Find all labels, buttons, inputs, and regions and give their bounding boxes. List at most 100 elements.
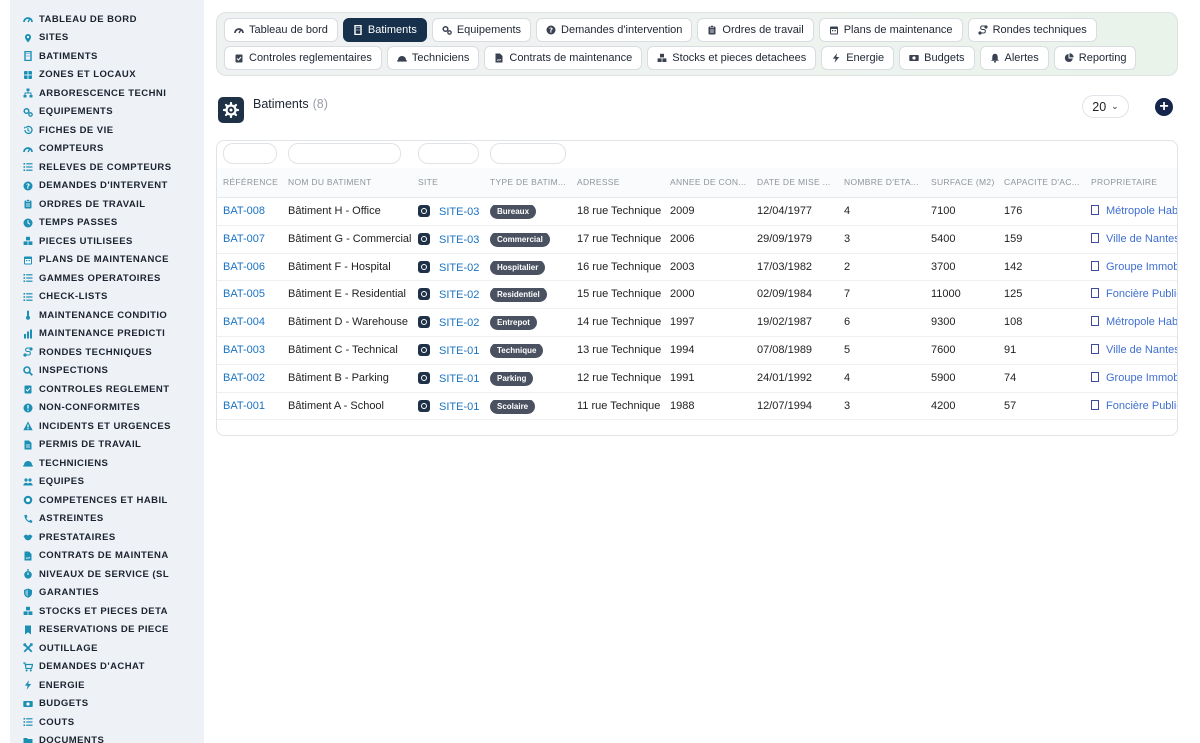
tab-tableau-de-bord[interactable]: Tableau de bord [224, 18, 338, 42]
table-row[interactable]: BAT-005 Bâtiment E - Residential SITE-02 Re… [217, 281, 1177, 310]
sidebar-item-gammes-operatoires[interactable]: GAMMES OPERATOIRES [10, 269, 204, 288]
tab-budgets[interactable]: Budgets [899, 46, 975, 70]
column-header-reference[interactable]: RÉFÉRENCE [223, 177, 278, 187]
owner-link[interactable]: Métropole Habi [1106, 316, 1177, 328]
sidebar-item-controles-reglement[interactable]: CONTROLES REGLEMENT [10, 380, 204, 399]
sidebar-item-ordres-de-travail[interactable]: ORDRES DE TRAVAIL [10, 195, 204, 214]
tab-reporting[interactable]: Reporting [1053, 46, 1137, 70]
sidebar-item-equipements[interactable]: EQUIPEMENTS [10, 103, 204, 122]
reference-link[interactable]: BAT-003 [223, 344, 265, 356]
table-row[interactable]: BAT-001 Bâtiment A - School SITE-01 Scolair… [217, 393, 1177, 421]
tab-alertes[interactable]: Alertes [979, 46, 1049, 70]
site-link[interactable]: SITE-02 [439, 289, 479, 301]
site-link[interactable]: SITE-02 [439, 262, 479, 274]
sidebar-item-compteurs[interactable]: COMPTEURS [10, 140, 204, 159]
sidebar-item-arborescence-techni[interactable]: ARBORESCENCE TECHNI [10, 84, 204, 103]
reference-link[interactable]: BAT-005 [223, 288, 265, 300]
sidebar-item-temps-passes[interactable]: TEMPS PASSES [10, 214, 204, 233]
tab-plans-de-maintenance[interactable]: Plans de maintenance [818, 18, 963, 42]
tab-ordres-de-travail[interactable]: Ordres de travail [697, 18, 814, 42]
sidebar-item-documents[interactable]: DOCUMENTS [10, 732, 204, 743]
sidebar-item-maintenance-predicti[interactable]: MAINTENANCE PREDICTI [10, 325, 204, 344]
sidebar-item-demandes-d-achat[interactable]: DEMANDES D'ACHAT [10, 658, 204, 677]
column-header-annee-de-con[interactable]: ANNEE DE CON... [670, 177, 746, 187]
sidebar-item-rondes-techniques[interactable]: RONDES TECHNIQUES [10, 343, 204, 362]
tab-controles-reglementaires[interactable]: Controles reglementaires [224, 46, 382, 70]
site-link[interactable]: SITE-03 [439, 234, 479, 246]
table-row[interactable]: BAT-006 Bâtiment F - Hospital SITE-02 Hospi… [217, 254, 1177, 282]
reference-link[interactable]: BAT-004 [223, 316, 265, 328]
column-header-nombre-d-eta[interactable]: NOMBRE D'ETA... [844, 177, 919, 187]
site-link[interactable]: SITE-01 [439, 373, 479, 385]
filter-reference-input[interactable] [223, 143, 277, 164]
sidebar-item-maintenance-conditio[interactable]: MAINTENANCE CONDITIO [10, 306, 204, 325]
tab-equipements[interactable]: Equipements [431, 18, 532, 42]
reference-link[interactable]: BAT-001 [223, 400, 265, 412]
tab-demandes-d-intervention[interactable]: ? Demandes d'intervention [536, 18, 693, 42]
site-link[interactable]: SITE-03 [439, 206, 479, 218]
sidebar-item-check-lists[interactable]: CHECK-LISTS [10, 288, 204, 307]
sidebar-item-reservations-de-piece[interactable]: RESERVATIONS DE PIECE [10, 621, 204, 640]
sidebar-item-plans-de-maintenance[interactable]: PLANS DE MAINTENANCE [10, 251, 204, 270]
column-header-type-de-batim[interactable]: TYPE DE BATIM... [490, 177, 566, 187]
tab-energie[interactable]: Energie [821, 46, 895, 70]
tab-stocks-et-pieces-detachees[interactable]: Stocks et pieces detachees [647, 46, 817, 70]
sidebar-item-prestataires[interactable]: PRESTATAIRES [10, 528, 204, 547]
owner-link[interactable]: Ville de Nantes [1106, 233, 1177, 245]
sidebar-item-demandes-d-intervent[interactable]: ? DEMANDES D'INTERVENT [10, 177, 204, 196]
tab-rondes-techniques[interactable]: Rondes techniques [967, 18, 1097, 42]
tab-batiments[interactable]: Batiments [342, 18, 427, 42]
per-page-select[interactable]: 20 ⌄ [1082, 95, 1129, 118]
sidebar-item-budgets[interactable]: BUDGETS [10, 695, 204, 714]
table-row[interactable]: BAT-008 Bâtiment H - Office SITE-03 Bureaux… [217, 198, 1177, 226]
column-header-proprietaire[interactable]: PROPRIETAIRE [1091, 177, 1157, 187]
reference-link[interactable]: BAT-002 [223, 372, 265, 384]
add-building-button[interactable]: + [1155, 98, 1173, 116]
table-row[interactable]: BAT-007 Bâtiment G - Commercial SITE-03 Com… [217, 226, 1177, 254]
owner-link[interactable]: Foncière Public [1106, 288, 1177, 300]
filter-name-input[interactable] [288, 143, 401, 164]
owner-link[interactable]: Groupe Immob [1106, 261, 1177, 273]
sidebar-item-fiches-de-vie[interactable]: FICHES DE VIE [10, 121, 204, 140]
owner-link[interactable]: Groupe Immob [1106, 372, 1177, 384]
sidebar-item-competences-et-habil[interactable]: COMPETENCES ET HABIL [10, 491, 204, 510]
sidebar-item-zones-et-locaux[interactable]: ZONES ET LOCAUX [10, 66, 204, 85]
column-header-site[interactable]: SITE [418, 177, 438, 187]
sidebar-item-outillage[interactable]: OUTILLAGE [10, 639, 204, 658]
sidebar-item-pieces-utilisees[interactable]: PIECES UTILISEES [10, 232, 204, 251]
sidebar-item-batiments[interactable]: BATIMENTS [10, 47, 204, 66]
table-row[interactable]: BAT-003 Bâtiment C - Technical SITE-01 Tech… [217, 337, 1177, 365]
column-header-nom-du-batiment[interactable]: NOM DU BATIMENT [288, 177, 372, 187]
sidebar-item-inspections[interactable]: INSPECTIONS [10, 362, 204, 381]
sidebar-item-tableau-de-bord[interactable]: TABLEAU DE BORD [10, 10, 204, 29]
column-header-capacite-d-ac[interactable]: CAPACITE D'AC... [1004, 177, 1080, 187]
reference-link[interactable]: BAT-007 [223, 233, 265, 245]
sidebar-item-permis-de-travail[interactable]: PERMIS DE TRAVAIL [10, 436, 204, 455]
tab-contrats-de-maintenance[interactable]: Contrats de maintenance [484, 46, 643, 70]
site-link[interactable]: SITE-02 [439, 317, 479, 329]
reference-link[interactable]: BAT-008 [223, 205, 265, 217]
sidebar-item-sites[interactable]: SITES [10, 29, 204, 48]
sidebar-item-releves-de-compteurs[interactable]: RELEVES DE COMPTEURS [10, 158, 204, 177]
column-header-adresse[interactable]: ADRESSE [577, 177, 620, 187]
sidebar-item-astreintes[interactable]: ASTREINTES [10, 510, 204, 529]
reference-link[interactable]: BAT-006 [223, 261, 265, 273]
owner-link[interactable]: Foncière Public [1106, 400, 1177, 412]
filter-site-input[interactable] [418, 143, 479, 164]
sidebar-item-incidents-et-urgences[interactable]: INCIDENTS ET URGENCES [10, 417, 204, 436]
sidebar-item-garanties[interactable]: GARANTIES [10, 584, 204, 603]
sidebar-item-techniciens[interactable]: TECHNICIENS [10, 454, 204, 473]
column-header-date-de-mise[interactable]: DATE DE MISE ... [757, 177, 831, 187]
owner-link[interactable]: Métropole Habi [1106, 205, 1177, 217]
owner-link[interactable]: Ville de Nantes [1106, 344, 1177, 356]
sidebar-item-stocks-et-pieces-deta[interactable]: STOCKS ET PIECES DETA [10, 602, 204, 621]
table-row[interactable]: BAT-002 Bâtiment B - Parking SITE-01 Parkin… [217, 365, 1177, 393]
sidebar-item-niveaux-de-service-sl[interactable]: NIVEAUX DE SERVICE (SL [10, 565, 204, 584]
sidebar-item-non-conformites[interactable]: NON-CONFORMITES [10, 399, 204, 418]
table-row[interactable]: BAT-004 Bâtiment D - Warehouse SITE-02 Entr… [217, 309, 1177, 337]
tab-techniciens[interactable]: Techniciens [386, 46, 480, 70]
filter-type-input[interactable] [490, 143, 566, 164]
sidebar-item-energie[interactable]: ENERGIE [10, 676, 204, 695]
column-header-surface-m2[interactable]: SURFACE (M2) [931, 177, 995, 187]
site-link[interactable]: SITE-01 [439, 401, 479, 413]
